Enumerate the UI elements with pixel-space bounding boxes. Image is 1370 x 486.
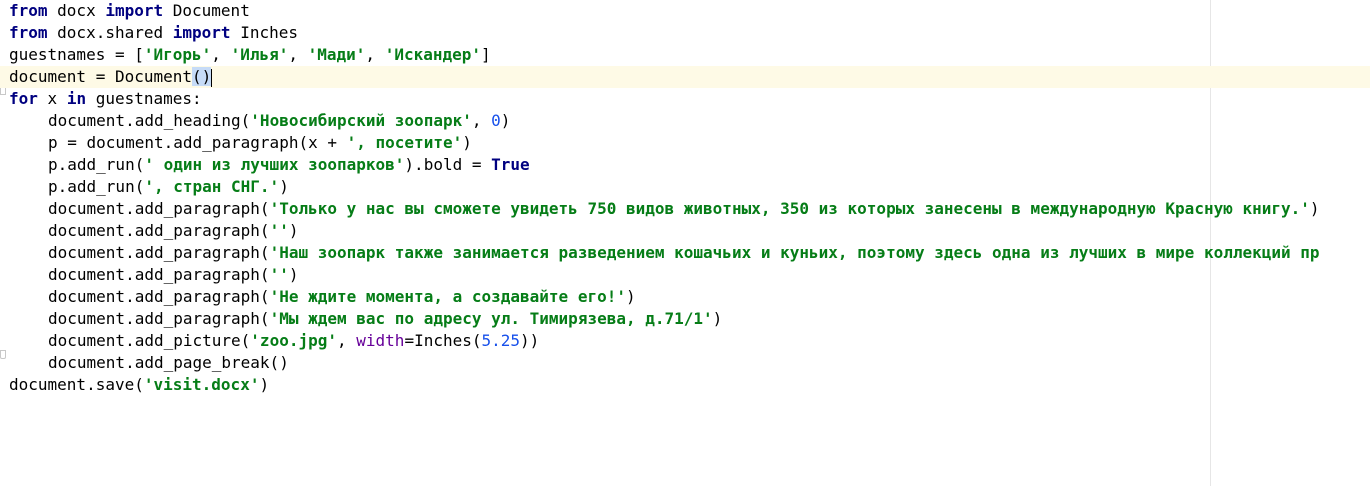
code-token: docx.shared [47,23,173,42]
code-token: document.add_paragraph( [48,265,270,284]
string-literal: 'Мади' [307,45,366,64]
code-token: document.save( [9,375,144,394]
code-line[interactable]: document.add_heading('Новосибирский зооп… [9,110,1370,132]
number-literal: 5.25 [481,331,521,350]
code-token: document.add_paragraph( [48,199,270,218]
code-token: ) [500,111,511,130]
code-token: ) [288,265,299,284]
code-token: ) [1309,199,1320,218]
code-token: document.add_picture( [48,331,251,350]
text-caret [211,68,213,87]
string-literal: 'Илья' [230,45,289,64]
code-token: ) [462,133,472,152]
string-literal: 'Только у нас вы сможете увидеть 750 вид… [269,199,1310,218]
code-line[interactable]: document = Document() [0,66,1370,88]
code-line[interactable]: document.add_paragraph('Не ждите момента… [9,286,1370,308]
code-line[interactable]: p = document.add_paragraph(x + ', посети… [9,132,1370,154]
code-token: guestnames: [86,89,202,108]
code-token: =Inches( [404,331,482,350]
string-literal: 'Не ждите момента, а создавайте его!' [269,287,626,306]
code-token: width [356,331,405,350]
code-line[interactable]: document.add_paragraph('') [9,220,1370,242]
string-literal: 'zoo.jpg' [250,331,337,350]
code-token: , [211,45,231,64]
code-token: ] [481,45,491,64]
code-token: docx [47,1,106,20]
matched-braces: () [192,67,212,86]
code-token: Document [163,1,250,20]
string-literal: 'visit.docx' [143,375,260,394]
code-token: document = Document [9,67,193,86]
string-literal: ', посетите' [346,133,463,152]
code-token: document.add_paragraph( [48,221,270,240]
code-line[interactable]: document.add_paragraph('Только у нас вы … [9,198,1370,220]
keyword: for [9,89,38,108]
code-area[interactable]: from docx import Document from docx.share… [0,0,1370,396]
string-literal: ', стран СНГ.' [144,177,280,196]
code-line[interactable]: from docx.shared import Inches [9,22,1370,44]
keyword: from [9,1,48,20]
code-token: p.add_run( [48,155,145,174]
code-token: ) [259,375,270,394]
code-line[interactable]: from docx import Document [9,0,1370,22]
string-literal: 'Игорь' [143,45,212,64]
string-literal: 'Наш зоопарк также занимается разведение… [269,243,1320,262]
string-literal: '' [269,221,289,240]
fold-end-marker-icon[interactable] [0,350,6,359]
code-line[interactable]: document.add_paragraph('Мы ждем вас по а… [9,308,1370,330]
code-token: document.add_paragraph( [48,287,270,306]
code-token: , [337,331,357,350]
code-line[interactable]: document.add_paragraph('') [9,264,1370,286]
code-line[interactable]: document.add_picture('zoo.jpg', width=In… [9,330,1370,352]
code-token: )) [520,331,540,350]
string-literal: '' [269,265,289,284]
code-token: document.add_heading( [48,111,251,130]
keyword: from [9,23,48,42]
code-token: document.add_paragraph( [48,243,270,262]
code-token: , [471,111,492,130]
code-token: ) [625,287,636,306]
code-token: p.add_run( [48,177,145,196]
code-token: ) [712,309,723,328]
code-token: ) [279,177,289,196]
keyword: in [66,89,87,108]
code-token: p = document.add_paragraph(x + [48,133,347,152]
code-token: , [288,45,308,64]
code-editor[interactable]: from docx import Document from docx.share… [0,0,1370,486]
code-token: , [365,45,385,64]
number-literal: 0 [491,111,501,130]
code-line[interactable]: document.add_page_break() [9,352,1370,374]
code-line[interactable]: p.add_run(', стран СНГ.') [9,176,1370,198]
string-literal: ' один из лучших зоопарков' [144,155,405,174]
code-line[interactable]: for x in guestnames: [9,88,1370,110]
string-literal: 'Мы ждем вас по адресу ул. Тимирязева, д… [269,309,713,328]
string-literal: 'Новосибирский зоопарк' [250,111,472,130]
keyword: import [105,1,164,20]
code-line[interactable]: document.save('visit.docx') [9,374,1370,396]
code-token: guestnames = [ [9,45,144,64]
string-literal: 'Искандер' [384,45,482,64]
keyword: True [491,155,530,174]
code-token: ) [288,221,299,240]
code-line[interactable]: p.add_run(' один из лучших зоопарков').b… [9,154,1370,176]
code-token: x [37,89,67,108]
code-token: document.add_page_break() [48,353,289,372]
code-token: ).bold = [404,155,492,174]
code-token: document.add_paragraph( [48,309,270,328]
code-line[interactable]: guestnames = ['Игорь', 'Илья', 'Мади', '… [9,44,1370,66]
keyword: import [172,23,231,42]
code-line[interactable]: document.add_paragraph('Наш зоопарк такж… [9,242,1370,264]
code-token: Inches [230,23,298,42]
